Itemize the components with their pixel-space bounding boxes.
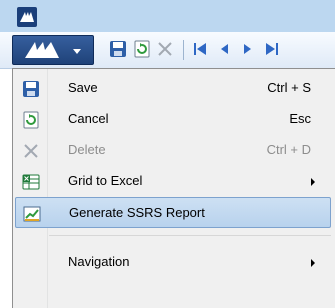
menu-item-label: Save [68, 80, 98, 95]
menu-separator [49, 235, 331, 236]
first-record-icon [194, 43, 206, 55]
submenu-arrow-icon [311, 178, 315, 186]
menu-item-label: Navigation [68, 254, 130, 269]
menu-item-shortcut: Esc [289, 111, 311, 126]
application-dropdown-menu: Save Ctrl + S Cancel Esc Delete Ctrl + D [12, 68, 335, 308]
last-record-button[interactable] [262, 39, 282, 59]
previous-record-icon [221, 44, 228, 54]
cancel-button[interactable] [132, 39, 152, 59]
toolbar-separator [183, 40, 184, 60]
chevron-down-icon [73, 49, 81, 54]
menu-item-shortcut: Ctrl + S [267, 80, 311, 95]
previous-record-button[interactable] [214, 39, 234, 59]
menu-item-cancel[interactable]: Cancel Esc [15, 104, 331, 135]
report-icon [22, 204, 42, 224]
menu-item-navigation[interactable]: Navigation [15, 247, 331, 278]
menu-item-grid-to-excel[interactable]: Grid to Excel [15, 166, 331, 197]
next-record-icon [244, 44, 251, 54]
last-record-icon [266, 43, 278, 55]
menu-item-label: Grid to Excel [68, 173, 143, 188]
delete-button[interactable] [155, 39, 175, 59]
menu-item-label: Delete [68, 142, 106, 157]
excel-icon [21, 172, 41, 192]
toolbar [0, 32, 335, 69]
menu-item-shortcut: Ctrl + D [266, 142, 311, 157]
delete-icon [21, 141, 41, 161]
next-record-button[interactable] [238, 39, 258, 59]
save-button[interactable] [108, 39, 128, 59]
submenu-arrow-icon [311, 259, 315, 267]
cancel-icon [21, 110, 41, 130]
cancel-icon [134, 40, 150, 58]
first-record-button[interactable] [190, 39, 210, 59]
app-logo-icon [17, 7, 37, 27]
app-logo-icon [23, 40, 67, 60]
window-title-bar [0, 0, 335, 33]
application-menu-button[interactable] [12, 35, 94, 65]
menu-item-label: Cancel [68, 111, 109, 126]
save-icon [110, 41, 126, 57]
menu-item-label: Generate SSRS Report [69, 205, 205, 220]
delete-icon [158, 42, 172, 56]
menu-item-save[interactable]: Save Ctrl + S [15, 73, 331, 104]
save-icon [21, 79, 41, 99]
menu-item-generate-ssrs-report[interactable]: Generate SSRS Report [15, 197, 331, 228]
menu-item-delete[interactable]: Delete Ctrl + D [15, 135, 331, 166]
